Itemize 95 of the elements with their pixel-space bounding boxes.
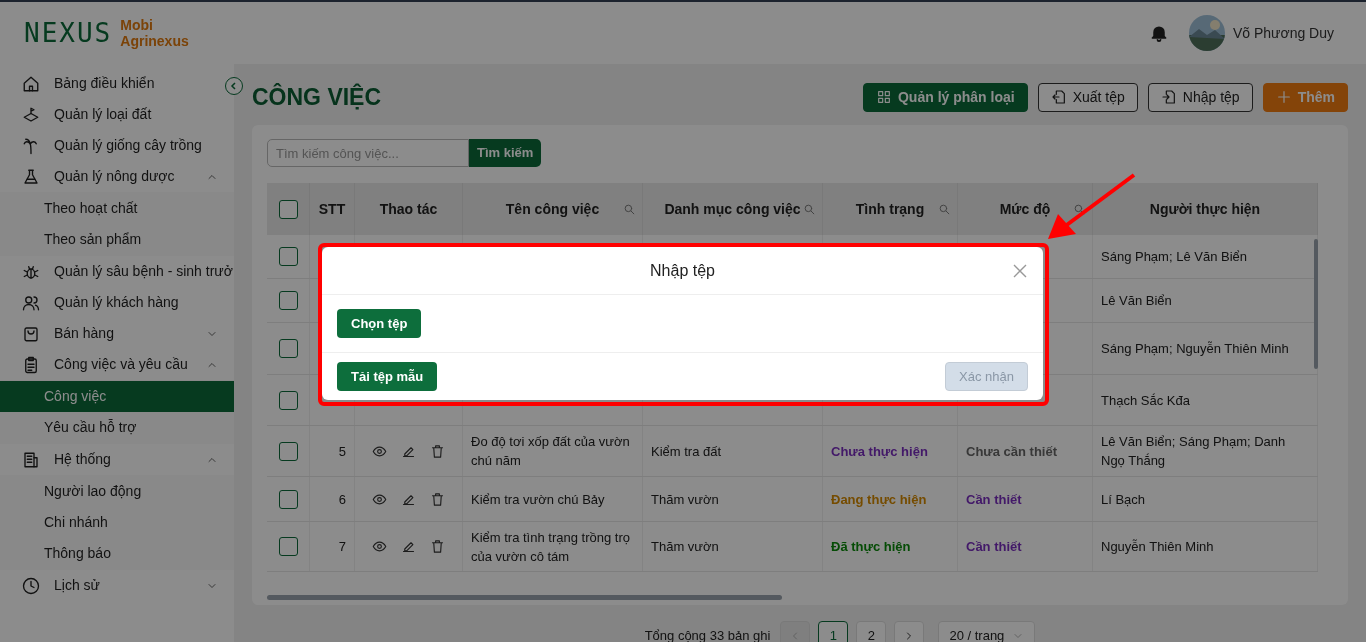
brand-name: Mobi — [120, 17, 154, 33]
column-header[interactable]: Thao tác — [355, 183, 463, 235]
column-header[interactable]: Người thực hiện — [1093, 183, 1318, 235]
checkbox[interactable] — [278, 339, 298, 358]
checkbox[interactable] — [278, 390, 298, 410]
table-cell-text: Thăm vườn — [651, 490, 719, 509]
sidebar-item[interactable]: Quản lý loại đất — [0, 99, 234, 130]
file-export-icon — [1050, 89, 1067, 105]
status-text: Chưa thực hiện — [831, 442, 928, 461]
action-button[interactable]: Quản lý phân loại — [863, 82, 1028, 112]
choose-file-button[interactable]: Chọn tệp — [337, 309, 422, 338]
view-icon — [372, 443, 387, 459]
checkbox[interactable] — [278, 291, 298, 310]
table-cell-text: Lê Văn Biển — [1101, 292, 1172, 310]
logo-wordmark: NEXUS — [24, 16, 113, 50]
column-header[interactable]: Tình trạng — [823, 183, 958, 235]
priority-text: Cần thiết — [966, 538, 1022, 556]
sidebar-item[interactable]: Bán hàng — [0, 318, 234, 349]
vertical-scrollbar[interactable] — [1314, 239, 1318, 369]
table-cell-text: Thạch Sắc Kđa — [1101, 391, 1190, 410]
column-header[interactable]: Danh mục công việc — [643, 183, 823, 235]
sidebar-item[interactable]: Công việc và yêu cầu — [0, 349, 234, 380]
table-cell-text: Sáng Phạm; Nguyễn Thiên Minh — [1101, 340, 1289, 358]
sidebar-subitem[interactable]: Thông báo — [0, 538, 234, 569]
clipboard-icon — [22, 355, 40, 374]
page-button[interactable]: 1 — [818, 621, 849, 642]
user-name: Võ Phương Duy — [1232, 23, 1334, 43]
collapse-sidebar-button[interactable] — [225, 77, 243, 95]
sidebar-item[interactable]: Hệ thống — [0, 444, 234, 475]
brand-name: Agrinexus — [120, 33, 189, 49]
chevron-left-icon — [229, 81, 239, 91]
table-cell-text: Sáng Phạm; Lê Văn Biển — [1101, 248, 1247, 266]
checkbox[interactable] — [278, 489, 298, 509]
action-button[interactable]: Xuất tệp — [1037, 82, 1138, 112]
table-cell-text: 5 — [338, 442, 346, 461]
search-icon — [623, 202, 636, 216]
sidebar-item[interactable]: Lịch sử — [0, 570, 234, 601]
search-icon — [803, 202, 816, 216]
sidebar-item[interactable]: Quản lý giống cây trồng — [0, 130, 234, 161]
table-cell-text: Kiểm tra đất — [651, 442, 722, 461]
search-icon — [938, 202, 951, 216]
table-cell-text: 6 — [338, 490, 346, 509]
checkbox[interactable] — [278, 247, 298, 266]
table-cell-text: Kiểm tra tình trạng trồng trọ của vườn cô tám — [471, 528, 631, 566]
status-text: Đang thực hiện — [831, 490, 927, 509]
priority-text: Cần thiết — [966, 490, 1022, 509]
dialog-title: Nhập tệp — [650, 260, 715, 281]
sidebar-subitem[interactable]: Theo sản phẩm — [0, 224, 234, 255]
page-button[interactable]: 2 — [856, 621, 887, 642]
table-cell-text: Thăm vườn — [651, 538, 719, 556]
checkbox[interactable] — [278, 537, 298, 556]
plus-icon — [1275, 89, 1292, 105]
table-cell-text: Đo độ tơi xốp đất của vườn chú năm — [471, 433, 631, 470]
checkbox[interactable] — [278, 441, 298, 461]
sidebar-subitem[interactable]: Người lao động — [0, 476, 234, 507]
delete-icon — [430, 443, 445, 459]
table-cell-text: Lí Bạch — [1101, 490, 1146, 509]
column-header[interactable]: STT — [310, 183, 355, 235]
edit-icon — [401, 539, 416, 554]
history-icon — [22, 576, 40, 595]
home-icon — [22, 74, 40, 93]
status-text: Đã thực hiện — [831, 538, 911, 556]
table-cell-text: Nguyễn Thiên Minh — [1101, 538, 1214, 556]
view-icon — [372, 539, 387, 554]
action-button[interactable]: Nhập tệp — [1147, 82, 1253, 112]
sidebar-subitem[interactable]: Chi nhánh — [0, 507, 234, 538]
soil-icon — [22, 105, 40, 124]
building-icon — [22, 450, 40, 469]
flask-icon — [22, 167, 40, 186]
sidebar-item[interactable]: Quản lý nông dược — [0, 161, 234, 192]
users-icon — [22, 293, 40, 312]
sidebar-subitem[interactable]: Theo hoạt chất — [0, 193, 234, 224]
sidebar-item[interactable]: Quản lý sâu bệnh - sinh trưở — [0, 256, 234, 287]
search-field[interactable]: Tìm kiếm công việc... — [267, 139, 469, 167]
page-title: CÔNG VIỆC — [252, 82, 382, 112]
delete-icon — [430, 539, 445, 554]
sidebar-subitem[interactable]: Công việc — [0, 381, 234, 412]
table-cell-text: Lê Văn Biển; Sáng Phạm; Danh Ngọ Thắng — [1101, 433, 1287, 470]
table-cell-text: 7 — [338, 538, 346, 556]
bag-icon — [22, 324, 40, 343]
view-icon — [372, 491, 387, 507]
delete-icon — [430, 491, 445, 507]
priority-text: Chưa cần thiết — [966, 442, 1058, 461]
select-all-checkbox[interactable] — [278, 199, 298, 219]
horizontal-scrollbar[interactable] — [267, 595, 782, 600]
grid-icon — [876, 89, 892, 105]
sidebar-subitem[interactable]: Yêu cầu hỗ trợ — [0, 412, 234, 443]
column-header[interactable]: Tên công việc — [463, 183, 643, 235]
search-button[interactable]: Tìm kiếm — [469, 139, 542, 167]
file-import-icon — [1160, 89, 1177, 105]
sidebar-item[interactable]: Quản lý khách hàng — [0, 287, 234, 318]
table-cell-text: Kiểm tra vườn chú Bảy — [471, 490, 605, 509]
palm-tree-icon — [22, 136, 40, 155]
download-template-button[interactable]: Tải tệp mẫu — [337, 362, 438, 391]
close-button[interactable] — [1013, 263, 1027, 278]
